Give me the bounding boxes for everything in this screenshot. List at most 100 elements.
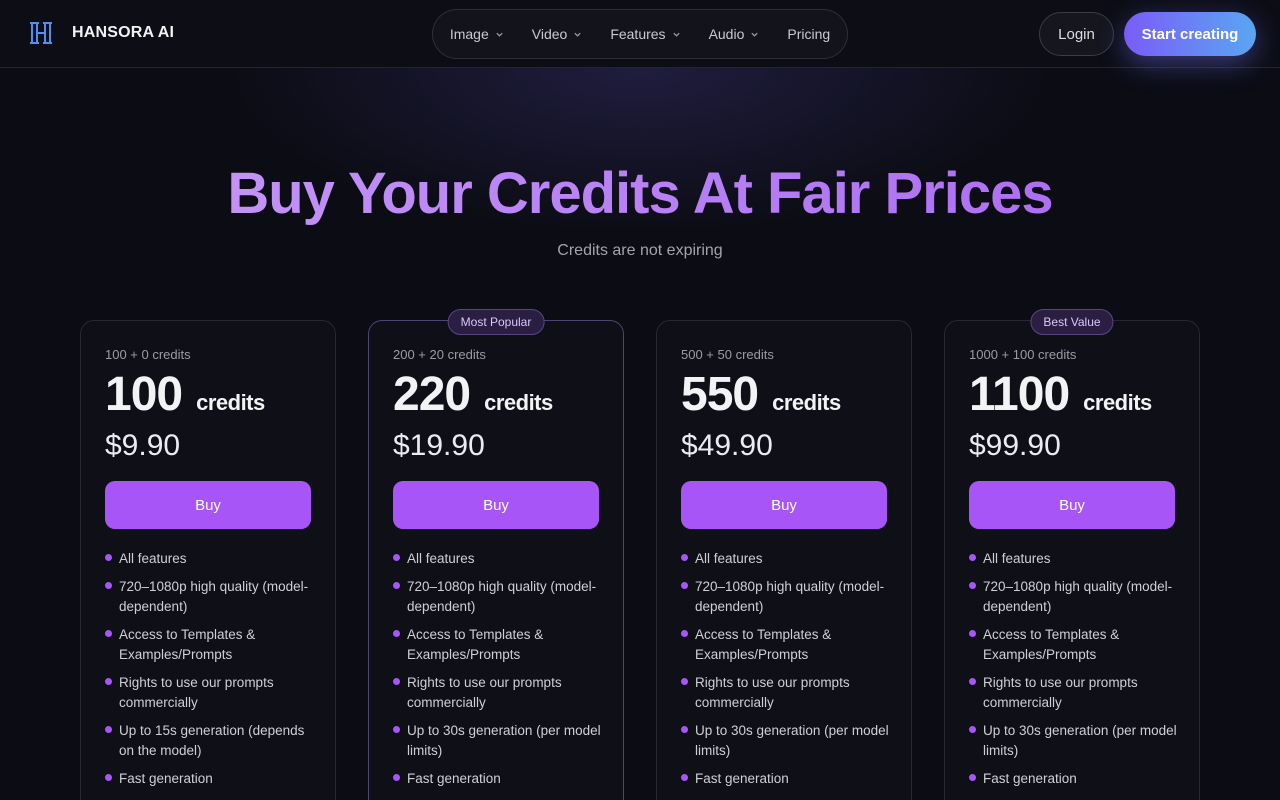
login-button[interactable]: Login xyxy=(1039,12,1114,56)
buy-button[interactable]: Buy xyxy=(969,481,1175,529)
nav-audio[interactable]: Audio xyxy=(709,26,760,42)
feature-text: Access to Templates & Examples/Prompts xyxy=(983,627,1120,662)
feature-text: 720–1080p high quality (model-dependent) xyxy=(119,579,309,614)
feature-text: Rights to use our prompts commercially xyxy=(983,675,1138,710)
feature-text: 720–1080p high quality (model-dependent) xyxy=(407,579,597,614)
plan-credit-breakdown: 100 + 0 credits xyxy=(105,347,191,362)
feature-item: Up to 30s generation (per model limits) xyxy=(681,721,891,761)
plan-credit-breakdown: 1000 + 100 credits xyxy=(969,347,1077,362)
feature-item: 720–1080p high quality (model-dependent) xyxy=(393,577,603,617)
nav-audio-label: Audio xyxy=(708,26,745,42)
plan-features: All features 720–1080p high quality (mod… xyxy=(105,549,315,797)
feature-text: Up to 30s generation (per model limits) xyxy=(983,723,1177,758)
start-creating-button[interactable]: Start creating xyxy=(1124,12,1256,56)
feature-item: Fast generation xyxy=(969,769,1179,789)
bullet-dot-icon xyxy=(969,554,976,561)
page-subtitle: Credits are not expiring xyxy=(557,242,723,259)
feature-item: Rights to use our prompts commercially xyxy=(969,673,1179,713)
bullet-dot-icon xyxy=(681,774,688,781)
plan-price: $99.90 xyxy=(969,429,1061,462)
logo-icon xyxy=(30,22,52,44)
bullet-dot-icon xyxy=(681,582,688,589)
feature-text: Up to 30s generation (per model limits) xyxy=(695,723,889,758)
feature-text: Access to Templates & Examples/Prompts xyxy=(407,627,544,662)
plan-credits-amount: 1100 xyxy=(969,368,1070,421)
bullet-dot-icon xyxy=(105,630,112,637)
bullet-dot-icon xyxy=(105,774,112,781)
plan-price: $49.90 xyxy=(681,429,773,462)
bullet-dot-icon xyxy=(105,582,112,589)
buy-button[interactable]: Buy xyxy=(681,481,887,529)
plan-credits: 100 credits xyxy=(105,367,265,422)
feature-text: All features xyxy=(119,551,187,566)
feature-item: All features xyxy=(969,549,1179,569)
plan-card-220: Most Popular 200 + 20 credits 220 credit… xyxy=(368,309,624,800)
nav-video-label: Video xyxy=(531,26,568,42)
nav-features-label: Features xyxy=(610,26,666,42)
bullet-dot-icon xyxy=(393,582,400,589)
plan-features: All features 720–1080p high quality (mod… xyxy=(681,549,891,797)
plan-credits-amount: 220 xyxy=(393,368,471,421)
plan-credit-breakdown: 500 + 50 credits xyxy=(681,347,774,362)
bullet-dot-icon xyxy=(969,726,976,733)
feature-text: 720–1080p high quality (model-dependent) xyxy=(695,579,885,614)
plan-card-100: 100 + 0 credits 100 credits $9.90 Buy Al… xyxy=(80,320,336,800)
plan-features: All features 720–1080p high quality (mod… xyxy=(969,549,1179,797)
feature-item: Access to Templates & Examples/Prompts xyxy=(393,625,603,665)
nav-pricing-label: Pricing xyxy=(787,26,831,42)
feature-item: Rights to use our prompts commercially xyxy=(105,673,315,713)
bullet-dot-icon xyxy=(105,726,112,733)
plan-credits-unit: credits xyxy=(772,390,841,415)
feature-item: Access to Templates & Examples/Prompts xyxy=(681,625,891,665)
buy-button[interactable]: Buy xyxy=(105,481,311,529)
bullet-dot-icon xyxy=(969,678,976,685)
feature-item: Rights to use our prompts commercially xyxy=(681,673,891,713)
nav-features[interactable]: Features xyxy=(610,26,680,42)
feature-text: 720–1080p high quality (model-dependent) xyxy=(983,579,1173,614)
most-popular-badge: Most Popular xyxy=(447,309,545,335)
feature-text: Fast generation xyxy=(407,771,501,786)
feature-text: Fast generation xyxy=(119,771,213,786)
plan-credits-amount: 550 xyxy=(681,368,759,421)
bullet-dot-icon xyxy=(105,678,112,685)
feature-item: 720–1080p high quality (model-dependent) xyxy=(105,577,315,617)
nav-video[interactable]: Video xyxy=(532,26,583,42)
chevron-down-icon xyxy=(574,32,581,37)
feature-item: Up to 30s generation (per model limits) xyxy=(969,721,1179,761)
feature-item: All features xyxy=(393,549,603,569)
feature-text: Rights to use our prompts commercially xyxy=(695,675,850,710)
nav-image-label: Image xyxy=(449,26,489,42)
plan-price: $19.90 xyxy=(393,429,485,462)
plan-features: All features 720–1080p high quality (mod… xyxy=(393,549,603,797)
buy-button[interactable]: Buy xyxy=(393,481,599,529)
bullet-dot-icon xyxy=(969,774,976,781)
nav-image[interactable]: Image xyxy=(450,26,504,42)
plan-credit-breakdown: 200 + 20 credits xyxy=(393,347,486,362)
feature-item: Up to 15s generation (depends on the mod… xyxy=(105,721,315,761)
feature-item: 720–1080p high quality (model-dependent) xyxy=(969,577,1179,617)
bullet-dot-icon xyxy=(393,678,400,685)
plan-credits-unit: credits xyxy=(1083,390,1152,415)
bullet-dot-icon xyxy=(681,678,688,685)
plan-credits-amount: 100 xyxy=(105,368,183,421)
bullet-dot-icon xyxy=(393,554,400,561)
bullet-dot-icon xyxy=(393,774,400,781)
bullet-dot-icon xyxy=(681,726,688,733)
feature-text: Up to 15s generation (depends on the mod… xyxy=(119,723,305,758)
plan-credits: 220 credits xyxy=(393,367,553,422)
brand-name: HANSORA AI xyxy=(72,24,175,41)
feature-text: All features xyxy=(983,551,1051,566)
feature-item: Fast generation xyxy=(105,769,315,789)
bullet-dot-icon xyxy=(105,554,112,561)
bullet-dot-icon xyxy=(393,630,400,637)
plan-credits: 1100 credits xyxy=(969,367,1152,422)
brand[interactable]: HANSORA AI xyxy=(28,20,174,46)
nav-pricing[interactable]: Pricing xyxy=(787,26,830,42)
feature-item: Access to Templates & Examples/Prompts xyxy=(969,625,1179,665)
feature-item: Access to Templates & Examples/Prompts xyxy=(105,625,315,665)
plan-price: $9.90 xyxy=(105,429,181,462)
feature-item: Fast generation xyxy=(681,769,891,789)
plan-credits-unit: credits xyxy=(196,390,265,415)
feature-item: Rights to use our prompts commercially xyxy=(393,673,603,713)
feature-text: Rights to use our prompts commercially xyxy=(119,675,274,710)
